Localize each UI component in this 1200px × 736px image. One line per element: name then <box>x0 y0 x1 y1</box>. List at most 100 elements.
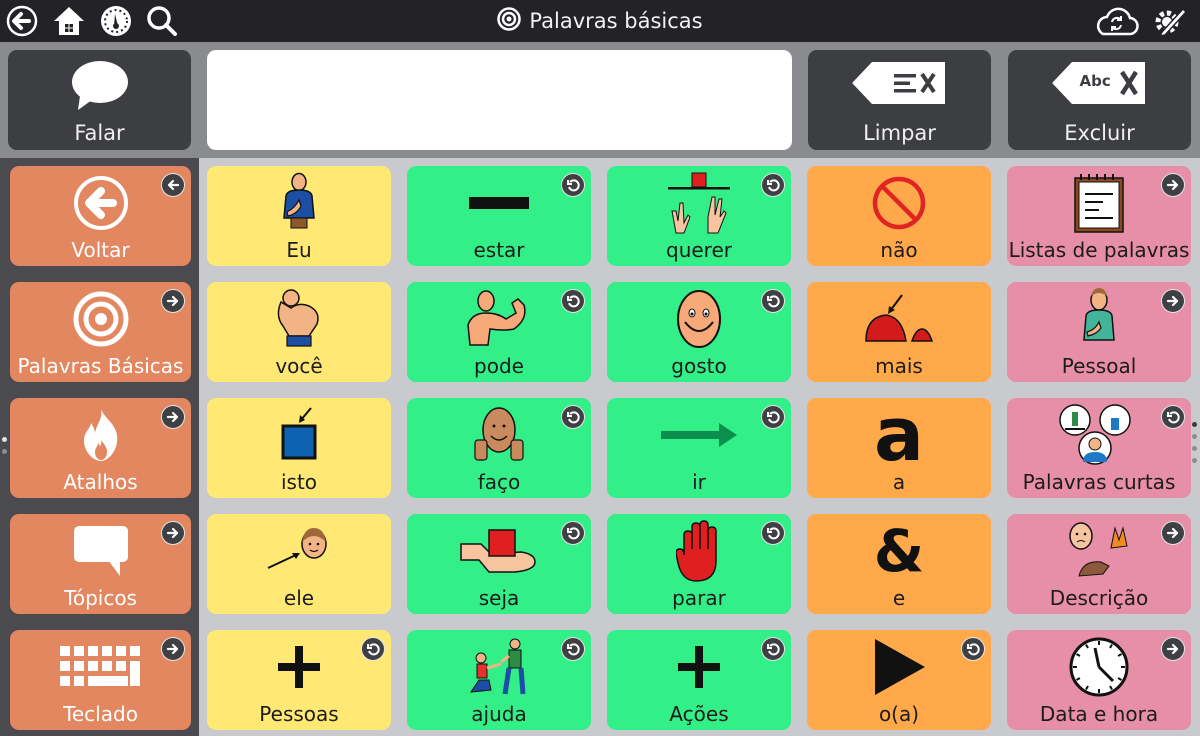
tile-label: estar <box>473 238 525 262</box>
delete-label: Excluir <box>1064 121 1135 145</box>
sidebar-item-voltar[interactable]: Voltar <box>10 166 191 266</box>
vocab-tile[interactable]: o(a) <box>807 630 991 730</box>
home-icon[interactable] <box>52 4 86 38</box>
sidebar-page-indicator <box>2 437 7 454</box>
sidebar: Voltar Palavras Básicas Atalhos Tópicos Tecl… <box>0 158 199 736</box>
tile-label: ajuda <box>471 702 527 726</box>
tile-label: Descrição <box>1049 586 1149 610</box>
page-dot[interactable] <box>2 449 7 454</box>
tile-label: isto <box>280 470 318 494</box>
return-icon <box>561 521 585 545</box>
link-arrow-icon <box>161 637 185 661</box>
sidebar-item-teclado[interactable]: Teclado <box>10 630 191 730</box>
return-icon <box>761 405 785 429</box>
back-icon[interactable] <box>5 4 39 38</box>
backspace-icon: Abc <box>1008 60 1191 106</box>
target-icon <box>497 6 522 36</box>
page-title: Palavras básicas <box>529 9 703 33</box>
link-arrow-icon <box>161 405 185 429</box>
speak-button[interactable]: Falar <box>8 50 191 150</box>
page-title-wrap: Palavras básicas <box>0 0 1200 42</box>
vocab-tile[interactable]: pode <box>407 282 591 382</box>
tile-label: você <box>275 354 323 378</box>
return-icon <box>761 289 785 313</box>
back-badge-icon <box>161 173 185 197</box>
vocab-tile[interactable]: Ações <box>607 630 791 730</box>
edit-settings-icon[interactable] <box>1153 4 1187 38</box>
message-input[interactable] <box>207 50 792 150</box>
delete-button[interactable]: Abc Excluir <box>1008 50 1191 150</box>
return-icon <box>961 637 985 661</box>
vocab-tile[interactable]: & e <box>807 514 991 614</box>
tile-label: faço <box>477 470 521 494</box>
vocab-tile[interactable]: não <box>807 166 991 266</box>
tile-label: Palavras Básicas <box>17 354 184 378</box>
return-icon <box>561 173 585 197</box>
return-icon <box>1161 405 1185 429</box>
link-arrow-icon <box>1161 173 1185 197</box>
grid-page-indicator <box>1192 422 1197 463</box>
vocab-tile[interactable]: estar <box>407 166 591 266</box>
vocab-tile[interactable]: Palavras curtas <box>1007 398 1191 498</box>
page-dot[interactable] <box>1192 458 1197 463</box>
return-icon <box>561 289 585 313</box>
person-pointing-self-icon <box>207 170 391 236</box>
cloud-sync-icon[interactable] <box>1090 4 1142 38</box>
vocab-tile[interactable]: querer <box>607 166 791 266</box>
vocab-tile[interactable]: aa <box>807 398 991 498</box>
vocab-tile[interactable]: ir <box>607 398 791 498</box>
vocab-tile[interactable]: Data e hora <box>1007 630 1191 730</box>
vocab-tile[interactable]: ajuda <box>407 630 591 730</box>
speech-bubble-icon <box>8 60 191 112</box>
tile-label: parar <box>672 586 726 610</box>
vocab-tile[interactable]: gosto <box>607 282 791 382</box>
clear-label: Limpar <box>863 121 936 145</box>
letter-a-icon: a <box>807 398 991 472</box>
vocab-tile[interactable]: seja <box>407 514 591 614</box>
tile-label: ir <box>692 470 706 494</box>
page-dot[interactable] <box>1192 422 1197 427</box>
abc-text: Abc <box>1079 72 1111 90</box>
return-icon <box>361 637 385 661</box>
top-bar: Palavras básicas <box>0 0 1200 42</box>
tile-label: seja <box>478 586 520 610</box>
dashboard-icon[interactable] <box>99 4 133 38</box>
tile-label: Eu <box>286 238 312 262</box>
boy-face-arrow-icon <box>207 518 391 584</box>
sidebar-item-t-picos[interactable]: Tópicos <box>10 514 191 614</box>
tile-label: Teclado <box>63 702 138 726</box>
return-icon <box>761 521 785 545</box>
page-dot[interactable] <box>2 437 7 442</box>
vocab-tile[interactable]: Eu <box>207 166 391 266</box>
pointing-finger-icon <box>207 286 391 352</box>
vocab-tile[interactable]: Pessoas <box>207 630 391 730</box>
vocab-tile[interactable]: isto <box>207 398 391 498</box>
tile-label: Listas de palavras <box>1008 238 1190 262</box>
tile-label: mais <box>875 354 923 378</box>
tile-label: ele <box>283 586 315 610</box>
sidebar-item-atalhos[interactable]: Atalhos <box>10 398 191 498</box>
page-dot[interactable] <box>1192 446 1197 451</box>
vocab-tile[interactable]: Pessoal <box>1007 282 1191 382</box>
return-icon <box>761 637 785 661</box>
blue-square-arrow-icon <box>207 402 391 468</box>
page-dot[interactable] <box>1192 434 1197 439</box>
clear-button[interactable]: Limpar <box>808 50 991 150</box>
vocab-tile[interactable]: faço <box>407 398 591 498</box>
tile-label: Data e hora <box>1039 702 1159 726</box>
vocab-tile[interactable]: mais <box>807 282 991 382</box>
tile-label: pode <box>474 354 524 378</box>
vocab-tile[interactable]: Listas de palavras <box>1007 166 1191 266</box>
vocab-tile[interactable]: ele <box>207 514 391 614</box>
return-icon <box>561 637 585 661</box>
search-icon[interactable] <box>145 4 179 38</box>
tile-label: Tópicos <box>64 586 137 610</box>
prohibited-icon <box>807 170 991 236</box>
vocab-tile[interactable]: você <box>207 282 391 382</box>
tile-label: Voltar <box>71 238 130 262</box>
sidebar-item-palavras-b-sicas[interactable]: Palavras Básicas <box>10 282 191 382</box>
tile-label: e <box>892 586 906 610</box>
speak-label: Falar <box>74 121 125 145</box>
vocab-tile[interactable]: parar <box>607 514 791 614</box>
vocab-tile[interactable]: Descrição <box>1007 514 1191 614</box>
